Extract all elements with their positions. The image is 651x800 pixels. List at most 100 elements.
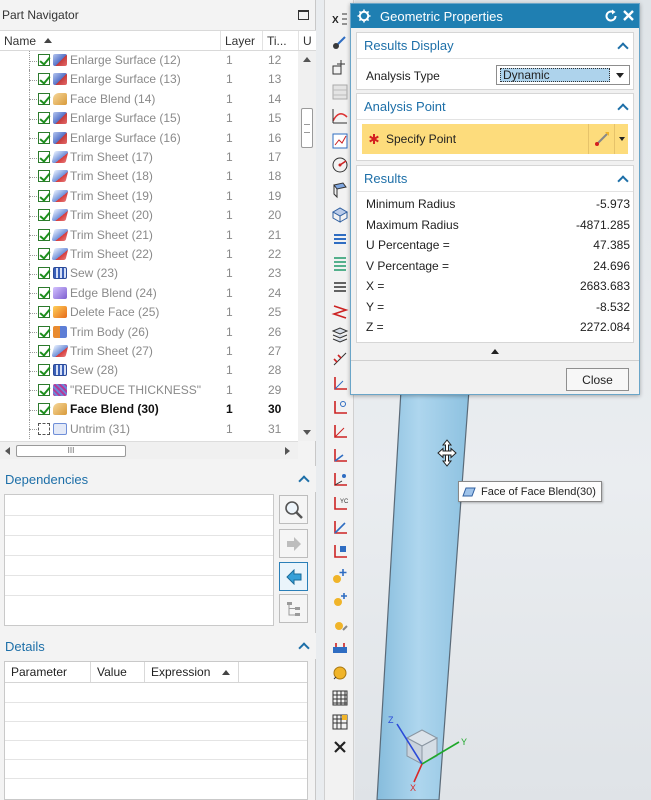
details-column-parameter[interactable]: Parameter bbox=[5, 662, 91, 682]
wcs-icon[interactable] bbox=[331, 446, 349, 464]
details-column-value[interactable]: Value bbox=[91, 662, 145, 682]
checkbox-checked-icon[interactable] bbox=[38, 306, 50, 319]
scrollbar-thumb[interactable] bbox=[301, 108, 313, 148]
details-column-expression[interactable]: Expression bbox=[145, 662, 239, 682]
tree-row[interactable]: Sew (28) 1 28 bbox=[0, 361, 298, 381]
draft-analysis-icon[interactable] bbox=[331, 230, 349, 248]
results-display-header[interactable]: Results Display bbox=[357, 33, 633, 59]
tree-row[interactable]: Face Blend (14) 1 14 bbox=[0, 89, 298, 110]
checkbox-checked-icon[interactable] bbox=[38, 228, 50, 241]
slope-icon[interactable] bbox=[331, 279, 349, 297]
checkbox-checked-icon[interactable] bbox=[38, 92, 50, 105]
tree-row[interactable]: Delete Face (25) 1 25 bbox=[0, 303, 298, 323]
checkbox-checked-icon[interactable] bbox=[38, 364, 50, 377]
scroll-right-icon[interactable] bbox=[285, 447, 290, 455]
column-timestamp[interactable]: Ti... bbox=[263, 31, 299, 50]
close-button[interactable]: Close bbox=[566, 368, 629, 391]
close-dialog-icon[interactable] bbox=[622, 9, 635, 22]
checkbox-checked-icon[interactable] bbox=[38, 73, 50, 86]
tree-row[interactable]: Trim Sheet (19) 1 19 bbox=[0, 186, 298, 207]
dependencies-header[interactable]: Dependencies bbox=[0, 466, 316, 492]
point-icon[interactable] bbox=[331, 58, 349, 76]
wcs-dynamic-icon[interactable] bbox=[331, 470, 349, 488]
tree-row[interactable]: Enlarge Surface (16) 1 16 bbox=[0, 128, 298, 148]
checkbox-checked-icon[interactable] bbox=[38, 151, 50, 163]
tree-row[interactable]: Trim Body (26) 1 26 bbox=[0, 322, 298, 342]
stack-icon[interactable] bbox=[331, 326, 349, 344]
csys-icon[interactable] bbox=[331, 422, 349, 440]
section-curve-icon[interactable] bbox=[331, 302, 349, 320]
column-name[interactable]: Name bbox=[0, 31, 221, 50]
normals-icon[interactable] bbox=[331, 350, 349, 368]
wcs-orient-icon[interactable]: YC bbox=[331, 494, 349, 512]
checkbox-checked-icon[interactable] bbox=[38, 112, 50, 125]
reset-icon[interactable] bbox=[604, 9, 618, 23]
close-icon[interactable] bbox=[331, 738, 349, 756]
collapse-icon[interactable] bbox=[617, 41, 629, 54]
tree-row[interactable]: Trim Sheet (18) 1 18 bbox=[0, 167, 298, 187]
collapse-icon[interactable] bbox=[617, 174, 629, 187]
column-u[interactable]: U bbox=[299, 31, 316, 50]
checkbox-checked-icon[interactable] bbox=[38, 170, 50, 183]
checkbox-checked-icon[interactable] bbox=[38, 403, 50, 416]
checkbox-checked-icon[interactable] bbox=[38, 267, 50, 280]
tree-row[interactable]: Enlarge Surface (12) 1 12 bbox=[0, 51, 298, 71]
point-set-icon[interactable] bbox=[331, 567, 349, 585]
checkbox-checked-icon[interactable] bbox=[38, 248, 50, 260]
tree-row[interactable]: "REDUCE THICKNESS" 1 29 bbox=[0, 380, 298, 401]
forward-button[interactable] bbox=[279, 529, 308, 558]
tree-horizontal-scrollbar[interactable]: III bbox=[0, 441, 298, 459]
point-dialog-icon[interactable] bbox=[593, 130, 611, 148]
point-options-chevron-icon[interactable] bbox=[619, 137, 625, 141]
scroll-left-icon[interactable] bbox=[5, 447, 10, 455]
column-layer[interactable]: Layer bbox=[221, 31, 263, 50]
grid-disabled-icon[interactable] bbox=[331, 83, 349, 101]
grid-color-icon[interactable] bbox=[331, 713, 349, 731]
unchecked-box-icon[interactable] bbox=[38, 422, 50, 435]
results-header[interactable]: Results bbox=[357, 166, 633, 192]
checkbox-checked-icon[interactable] bbox=[38, 345, 50, 357]
tree-row[interactable]: Sew (23) 1 23 bbox=[0, 264, 298, 284]
wcs-save-icon[interactable] bbox=[331, 542, 349, 560]
horizontal-scrollbar-thumb[interactable]: III bbox=[16, 445, 126, 457]
search-button[interactable] bbox=[279, 495, 308, 524]
checkbox-checked-icon[interactable] bbox=[38, 383, 50, 396]
dialog-title-bar[interactable]: Geometric Properties bbox=[351, 4, 639, 28]
relations-button[interactable] bbox=[279, 594, 308, 623]
dynamic-rotate-icon[interactable] bbox=[331, 34, 349, 52]
measure-body-icon[interactable] bbox=[331, 639, 349, 657]
curve-analysis-icon[interactable] bbox=[331, 107, 349, 125]
graph-icon[interactable] bbox=[331, 132, 349, 150]
back-button[interactable] bbox=[279, 562, 308, 591]
tree-row[interactable]: Untrim (31) 1 31 bbox=[0, 419, 298, 439]
tree-row[interactable]: Trim Sheet (21) 1 21 bbox=[0, 225, 298, 245]
section-icon[interactable] bbox=[331, 181, 349, 199]
checkbox-checked-icon[interactable] bbox=[38, 189, 50, 202]
checkbox-checked-icon[interactable] bbox=[38, 209, 50, 222]
tree-vertical-scrollbar[interactable] bbox=[298, 51, 316, 441]
maximize-icon[interactable] bbox=[298, 10, 309, 20]
surface-icon[interactable] bbox=[331, 206, 349, 224]
more-options-toggle[interactable] bbox=[356, 345, 634, 357]
checkbox-checked-icon[interactable] bbox=[38, 131, 50, 144]
scroll-up-icon[interactable] bbox=[303, 57, 311, 62]
sphere-icon[interactable] bbox=[331, 664, 349, 682]
scroll-down-icon[interactable] bbox=[303, 430, 311, 435]
tree-row[interactable]: Enlarge Surface (15) 1 15 bbox=[0, 109, 298, 129]
grid-icon[interactable] bbox=[331, 689, 349, 707]
radius-icon[interactable] bbox=[331, 156, 349, 174]
tree-row[interactable]: Edge Blend (24) 1 24 bbox=[0, 283, 298, 304]
point-on-curve-icon[interactable] bbox=[331, 398, 349, 416]
xyz-sort-icon[interactable]: X bbox=[331, 10, 349, 28]
checkbox-checked-icon[interactable] bbox=[38, 286, 50, 299]
checkbox-checked-icon[interactable] bbox=[38, 54, 50, 66]
tree-row[interactable]: Enlarge Surface (13) 1 13 bbox=[0, 70, 298, 90]
tree-row[interactable]: Trim Sheet (22) 1 22 bbox=[0, 245, 298, 265]
checkbox-checked-icon[interactable] bbox=[38, 325, 50, 338]
specify-point-row[interactable]: Specify Point bbox=[362, 124, 628, 154]
tree-row[interactable]: Trim Sheet (17) 1 17 bbox=[0, 148, 298, 168]
point-add-icon[interactable] bbox=[331, 591, 349, 609]
point-edit-icon[interactable] bbox=[331, 616, 349, 634]
details-header[interactable]: Details bbox=[0, 633, 316, 659]
collapse-icon[interactable] bbox=[298, 642, 310, 654]
